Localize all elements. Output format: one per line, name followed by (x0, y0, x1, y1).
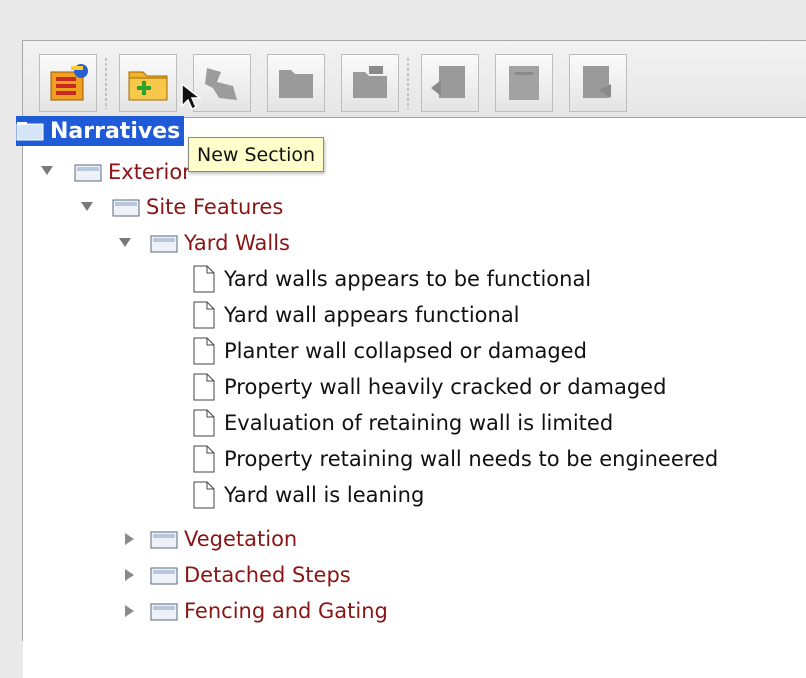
collapse-toggle-icon[interactable] (122, 532, 136, 546)
cut-icon (205, 68, 237, 100)
tree-node-site-features[interactable]: Site Features (112, 190, 283, 224)
toolbar-separator (105, 57, 107, 109)
tree-node-label: Yard Walls (184, 231, 290, 255)
move-right-icon (583, 66, 611, 98)
move-left-icon (431, 66, 465, 98)
tree-node-exterior[interactable]: Exterior (74, 155, 191, 189)
document-icon (193, 409, 215, 437)
tree-node-label: Vegetation (184, 527, 298, 551)
tree-node-label: Fencing and Gating (184, 599, 388, 623)
tree-leaf-narrative[interactable]: Planter wall collapsed or damaged (192, 334, 587, 368)
tree-root-label: Narratives (50, 118, 181, 144)
tree-node-label: Detached Steps (184, 563, 351, 587)
tree-node-label: Site Features (146, 195, 284, 219)
tooltip: New Section (188, 137, 325, 172)
toolbar (23, 41, 806, 117)
tree-root-narratives[interactable]: Narratives (16, 116, 185, 146)
tree-leaf-label: Yard wall is leaning (224, 483, 425, 507)
folder-icon (16, 122, 44, 141)
tree-leaf-label: Evaluation of retaining wall is limited (224, 411, 614, 435)
expand-toggle-icon[interactable] (80, 199, 94, 213)
collapse-toggle-icon[interactable] (122, 568, 136, 582)
document-icon (193, 301, 215, 329)
tree-node-vegetation[interactable]: Vegetation (150, 522, 297, 556)
folder-icon (112, 199, 140, 217)
move-right-button[interactable] (569, 54, 627, 112)
toolbar-separator (407, 57, 409, 109)
tree-leaf-narrative[interactable]: Evaluation of retaining wall is limited (192, 406, 613, 440)
paste-icon (353, 66, 387, 98)
tree-leaf-label: Yard walls appears to be functional (224, 267, 592, 291)
tree-node-yard-walls[interactable]: Yard Walls (150, 226, 290, 260)
tree-leaf-narrative[interactable]: Yard wall appears functional (192, 298, 520, 332)
expand-toggle-icon[interactable] (40, 163, 54, 177)
copy-icon (279, 70, 313, 98)
edit-icon (509, 66, 539, 100)
tree-leaf-narrative[interactable]: Property wall heavily cracked or damaged (192, 370, 666, 404)
tree-leaf-label: Property retaining wall needs to be engi… (224, 447, 719, 471)
tree-node-fencing-and-gating[interactable]: Fencing and Gating (150, 594, 388, 628)
paste-button[interactable] (341, 54, 399, 112)
folder-icon (150, 531, 178, 549)
tree-leaf-label: Property wall heavily cracked or damaged (224, 375, 667, 399)
new-section-button[interactable] (119, 54, 177, 112)
collapse-toggle-icon[interactable] (122, 604, 136, 618)
folder-icon (150, 603, 178, 621)
tree-node-detached-steps[interactable]: Detached Steps (150, 558, 351, 592)
tree-leaf-narrative[interactable]: Property retaining wall needs to be engi… (192, 442, 718, 476)
folder-icon (150, 567, 178, 585)
new-narrative-icon (50, 64, 88, 101)
document-icon (193, 337, 215, 365)
document-icon (193, 445, 215, 473)
tree-leaf-label: Planter wall collapsed or damaged (224, 339, 587, 363)
tree-node-label: Exterior (108, 160, 191, 184)
tree-leaf-narrative[interactable]: Yard walls appears to be functional (192, 262, 591, 296)
document-icon (193, 265, 215, 293)
edit-button[interactable] (495, 54, 553, 112)
new-narrative-button[interactable] (39, 54, 97, 112)
mouse-cursor-icon (181, 82, 202, 111)
document-icon (193, 481, 215, 509)
expand-toggle-icon[interactable] (118, 235, 132, 249)
tree-leaf-narrative[interactable]: Yard wall is leaning (192, 478, 424, 512)
folder-icon (74, 164, 102, 182)
move-left-button[interactable] (421, 54, 479, 112)
new-section-icon (128, 71, 168, 101)
tree-leaf-label: Yard wall appears functional (224, 303, 520, 327)
document-icon (193, 373, 215, 401)
copy-button[interactable] (267, 54, 325, 112)
folder-icon (150, 235, 178, 253)
